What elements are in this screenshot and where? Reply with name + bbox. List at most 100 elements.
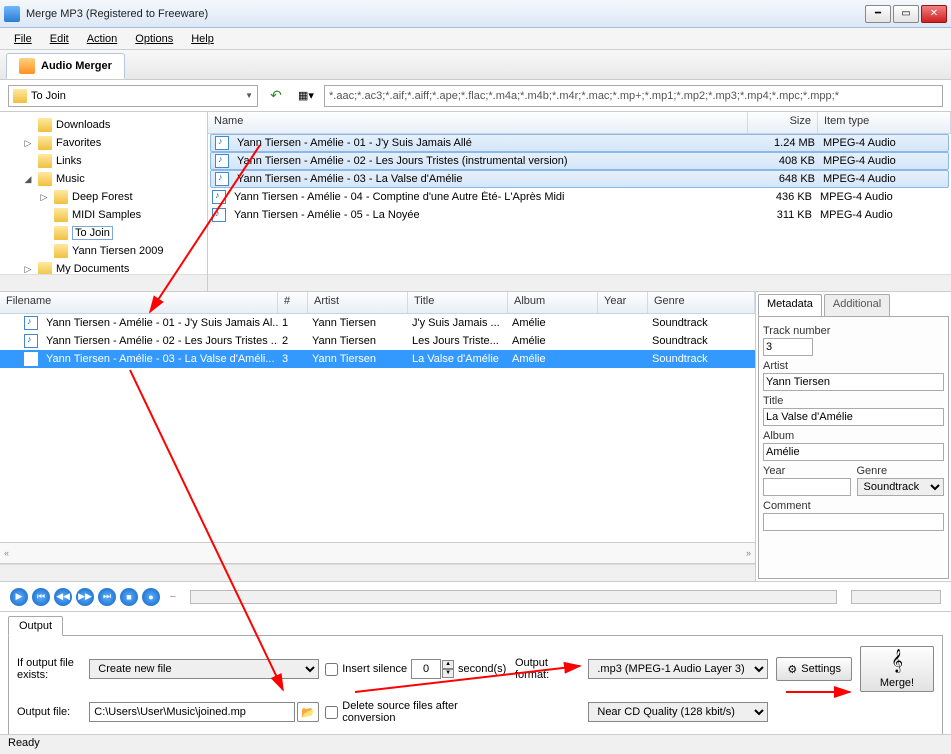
spin-down-icon[interactable]: ▼ [442, 669, 454, 678]
cell-name: Yann Tiersen - Amélie - 02 - Les Jours T… [233, 155, 749, 167]
tree-item[interactable]: ▷Favorites [2, 134, 205, 152]
expand-icon[interactable]: ◢ [22, 174, 34, 185]
merge-button[interactable]: 𝄞 Merge! [860, 646, 934, 692]
queue-header[interactable]: Filename # Artist Title Album Year Genre [0, 292, 755, 314]
col-year[interactable]: Year [598, 292, 648, 313]
close-button[interactable]: ✕ [921, 5, 947, 23]
tab-output[interactable]: Output [8, 616, 63, 636]
tree-hscroll[interactable] [0, 274, 207, 291]
field-album[interactable] [763, 443, 944, 461]
spin-up-icon[interactable]: ▲ [442, 660, 454, 669]
tree-item[interactable]: ▷Deep Forest [2, 188, 205, 206]
queue-hscroll[interactable] [0, 564, 755, 581]
next-track-button[interactable]: ⏭ [98, 588, 116, 606]
tree-item[interactable]: ◢Music [2, 170, 205, 188]
col-type[interactable]: Item type [818, 112, 951, 133]
quality-select[interactable]: Near CD Quality (128 kbit/s) [588, 702, 768, 722]
menu-edit[interactable]: Edit [42, 31, 77, 47]
cell-type: MPEG-4 Audio [819, 155, 948, 167]
col-name[interactable]: Name [208, 112, 748, 133]
menu-file[interactable]: File [6, 31, 40, 47]
queue-row[interactable]: Yann Tiersen - Amélie - 03 - La Valse d'… [0, 350, 755, 368]
window-controls: ━ ▭ ✕ [865, 5, 947, 23]
expand-icon[interactable]: ▷ [22, 138, 34, 149]
col-artist[interactable]: Artist [308, 292, 408, 313]
menu-help[interactable]: Help [183, 31, 222, 47]
output-area: Output If output file exists: Create new… [0, 612, 951, 739]
label-comment: Comment [763, 500, 944, 512]
field-year[interactable] [763, 478, 851, 496]
rewind-button[interactable]: ◀◀ [54, 588, 72, 606]
expand-icon[interactable]: ▷ [22, 264, 34, 275]
col-title[interactable]: Title [408, 292, 508, 313]
delete-source-checkbox[interactable] [325, 706, 338, 719]
forward-button[interactable]: ▶▶ [76, 588, 94, 606]
file-grid-header[interactable]: Name Size Item type [208, 112, 951, 134]
maximize-button[interactable]: ▭ [893, 5, 919, 23]
play-button[interactable]: ▶ [10, 588, 28, 606]
label-output-file: Output file: [17, 706, 83, 718]
folder-combo[interactable]: To Join ▼ [8, 85, 258, 107]
seek-slider[interactable] [190, 590, 837, 604]
tree-item[interactable]: To Join [2, 224, 205, 242]
browse-button[interactable]: 📂 [297, 702, 319, 722]
file-hscroll[interactable] [208, 274, 951, 291]
output-file-field[interactable] [89, 702, 295, 722]
tab-additional[interactable]: Additional [824, 294, 890, 316]
insert-silence-checkbox[interactable] [325, 663, 338, 676]
menu-options[interactable]: Options [127, 31, 181, 47]
field-comment[interactable] [763, 513, 944, 531]
record-button[interactable]: ● [142, 588, 160, 606]
tree-item[interactable]: Yann Tiersen 2009 [2, 242, 205, 260]
tree-item[interactable]: Links [2, 152, 205, 170]
silence-seconds-spinner[interactable]: ▲▼ [411, 659, 454, 679]
up-folder-button[interactable]: ↶ [264, 84, 288, 108]
file-row[interactable]: Yann Tiersen - Amélie - 04 - Comptine d'… [208, 188, 951, 206]
folder-icon [38, 136, 52, 150]
tab-metadata[interactable]: Metadata [758, 294, 822, 316]
cell-type: MPEG-4 Audio [819, 173, 948, 185]
folder-open-icon: 📂 [301, 706, 315, 719]
col-filename[interactable]: Filename [0, 292, 278, 313]
expand-icon[interactable]: ▷ [38, 192, 50, 203]
col-num[interactable]: # [278, 292, 308, 313]
stop-button[interactable]: ■ [120, 588, 138, 606]
prev-track-button[interactable]: ⏮ [32, 588, 50, 606]
file-row[interactable]: Yann Tiersen - Amélie - 02 - Les Jours T… [210, 152, 949, 170]
cell-size: 408 KB [749, 155, 819, 167]
field-tracknum[interactable] [763, 338, 813, 356]
file-row[interactable]: Yann Tiersen - Amélie - 01 - J'y Suis Ja… [210, 134, 949, 152]
field-genre[interactable]: Soundtrack [857, 478, 945, 496]
if-exists-select[interactable]: Create new file [89, 659, 319, 679]
file-row[interactable]: Yann Tiersen - Amélie - 03 - La Valse d'… [210, 170, 949, 188]
queue-row[interactable]: Yann Tiersen - Amélie - 01 - J'y Suis Ja… [0, 314, 755, 332]
cell-filename: Yann Tiersen - Amélie - 01 - J'y Suis Ja… [42, 317, 278, 329]
queue-row[interactable]: Yann Tiersen - Amélie - 02 - Les Jours T… [0, 332, 755, 350]
silence-value[interactable] [411, 659, 441, 679]
tree-label: Yann Tiersen 2009 [72, 245, 164, 257]
output-format-select[interactable]: .mp3 (MPEG-1 Audio Layer 3) [588, 659, 768, 679]
menu-action[interactable]: Action [79, 31, 126, 47]
field-title[interactable] [763, 408, 944, 426]
file-row[interactable]: Yann Tiersen - Amélie - 05 - La Noyée311… [208, 206, 951, 224]
col-genre[interactable]: Genre [648, 292, 755, 313]
volume-slider[interactable] [851, 590, 941, 604]
audio-file-icon [212, 190, 226, 204]
minimize-button[interactable]: ━ [865, 5, 891, 23]
file-filter-field[interactable]: *.aac;*.ac3;*.aif;*.aiff;*.ape;*.flac;*.… [324, 85, 943, 107]
audio-file-icon [212, 208, 226, 222]
tab-audio-merger[interactable]: Audio Merger [6, 53, 125, 79]
label-artist: Artist [763, 360, 944, 372]
queue-nav-bar[interactable]: «» [0, 542, 755, 564]
tree-item[interactable]: Downloads [2, 116, 205, 134]
label-album: Album [763, 430, 944, 442]
status-text: Ready [8, 737, 40, 749]
col-size[interactable]: Size [748, 112, 818, 133]
field-artist[interactable] [763, 373, 944, 391]
col-album[interactable]: Album [508, 292, 598, 313]
view-mode-button[interactable]: ▦▾ [294, 84, 318, 108]
tree-item[interactable]: MIDI Samples [2, 206, 205, 224]
settings-button[interactable]: ⚙Settings [776, 657, 852, 681]
menubar: File Edit Action Options Help [0, 28, 951, 50]
folder-tree[interactable]: Downloads▷FavoritesLinks◢Music▷Deep Fore… [0, 112, 208, 291]
